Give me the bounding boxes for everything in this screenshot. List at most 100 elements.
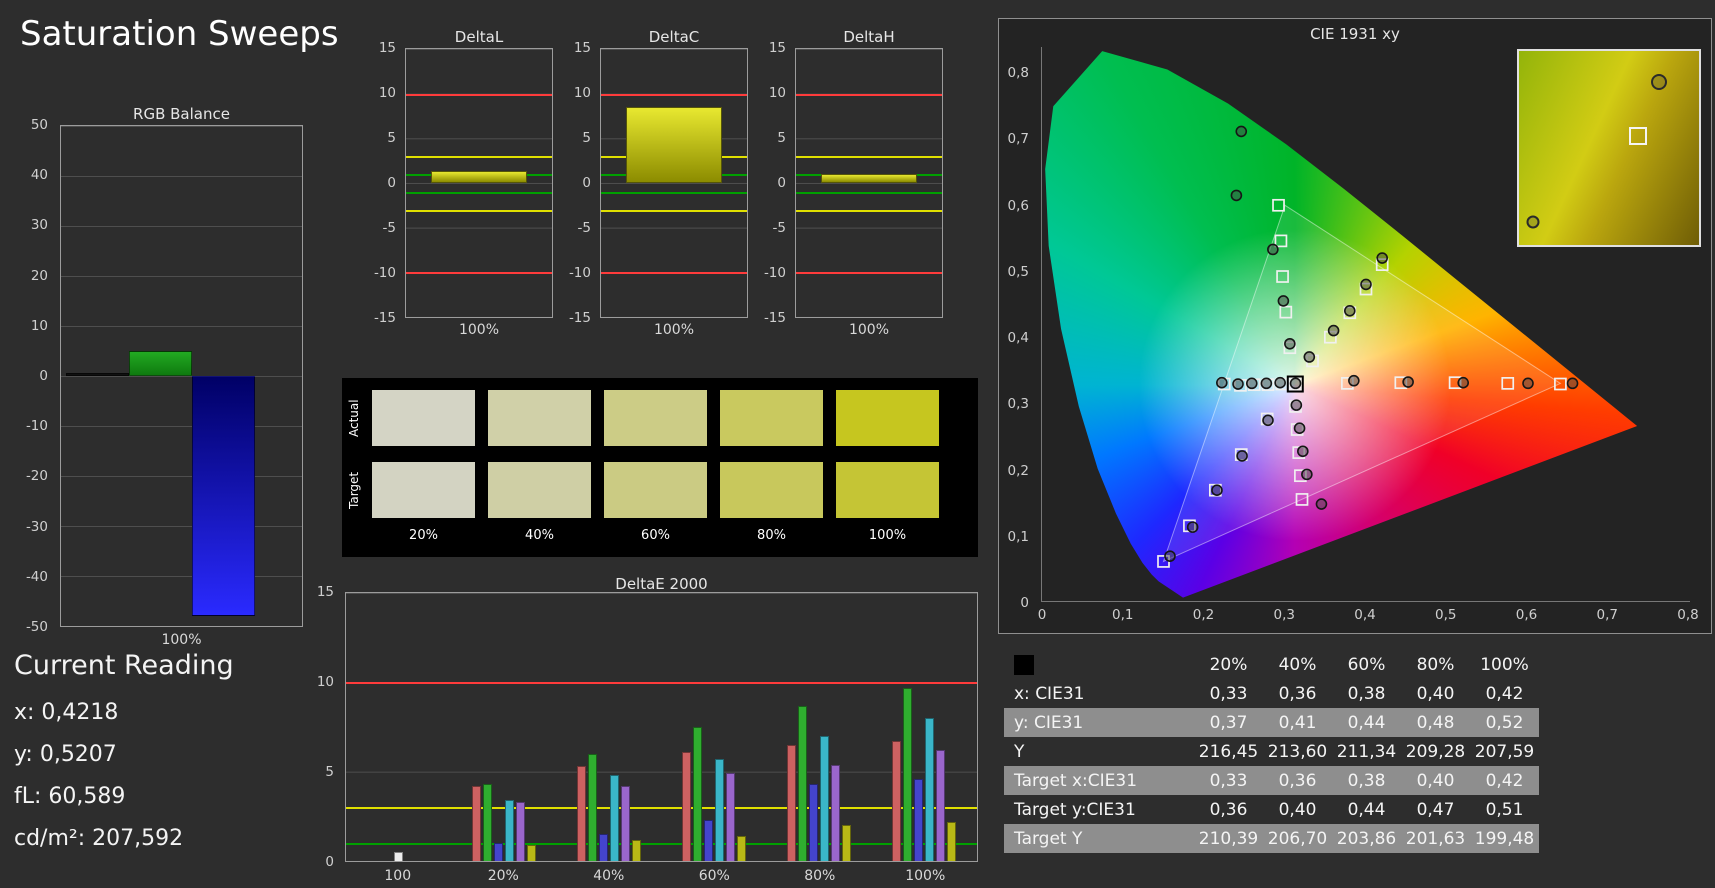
color-swatch-actual (488, 390, 591, 446)
table-cell: 0,40 (1416, 683, 1455, 704)
table-cell: 201,63 (1405, 828, 1466, 849)
color-swatch-actual (720, 390, 823, 446)
deltae-bar (831, 764, 841, 861)
rgb-bar-red (66, 373, 129, 376)
table-corner-cell (1004, 650, 1194, 679)
ref-line (406, 272, 552, 275)
tick-label: -5 (577, 220, 591, 236)
deltae-bar (704, 819, 714, 861)
measured-point (1164, 550, 1176, 562)
table-cell: 207,59 (1474, 741, 1535, 762)
measured-point (1303, 351, 1316, 363)
tick-label: 10 (30, 317, 48, 334)
tick-label: -40 (25, 568, 48, 585)
table-cell: 0,42 (1485, 683, 1524, 704)
table-cell: 0,38 (1347, 683, 1386, 704)
ref-line (406, 209, 552, 212)
measured-point (1360, 278, 1372, 291)
deltae-bar (798, 705, 808, 861)
corner-box (1014, 654, 1034, 675)
x-axis-label: 100% (905, 868, 946, 884)
inset-target-point (1628, 127, 1647, 146)
deltae-bar (504, 800, 514, 861)
deltae-bar (947, 821, 957, 861)
tick-label: 0,2 (1192, 607, 1215, 623)
swatch-column-labels: 20% 40% 60% 80% 100% (372, 528, 939, 543)
tick-label: 10 (316, 674, 334, 690)
color-swatch-actual (372, 390, 475, 446)
tick-label: 15 (378, 40, 396, 56)
table-column-header: 60% (1347, 654, 1386, 675)
tick-label: -10 (763, 265, 786, 281)
tick-label: -30 (25, 518, 48, 535)
ref-line (601, 272, 747, 275)
measured-point (1284, 337, 1296, 350)
current-reading-x: x: 0,4218 (14, 700, 119, 725)
inset-measured-point (1651, 74, 1668, 91)
measured-point (1457, 376, 1470, 389)
tick-label: -5 (772, 220, 786, 236)
x-axis-label: 100% (653, 322, 695, 338)
measured-point (1186, 521, 1199, 533)
table-row: Target Y 210,39 206,70 203,86 201,63 199,48 (1004, 824, 1539, 853)
measured-point (1216, 376, 1228, 389)
ref-line (406, 191, 552, 194)
ref-line (796, 272, 942, 275)
tick-label: 10 (768, 85, 786, 101)
swatch-column-label: 20% (409, 528, 438, 543)
tick-label: 0,5 (1007, 263, 1029, 280)
table-row: Target y:CIE31 0,36 0,40 0,44 0,47 0,51 (1004, 795, 1539, 824)
tick-label: 0 (325, 854, 334, 870)
table-cell: 0,51 (1485, 799, 1524, 820)
deltae-bar (715, 759, 725, 861)
tick-label: -10 (373, 265, 396, 281)
measured-point (1211, 484, 1223, 497)
color-swatch-target (604, 462, 707, 518)
rgb-balance-y-axis: 50 40 30 20 10 0 -10 -20 -30 -40 -50 (8, 117, 54, 635)
x-axis-label: 40% (593, 868, 625, 884)
table-cell: 0,38 (1347, 770, 1386, 791)
tick-label: 0,5 (1435, 607, 1457, 623)
target-swatch-row (372, 462, 939, 518)
row-label: Target Y (1014, 828, 1083, 849)
deltae-title: DeltaE 2000 (615, 575, 708, 593)
y-axis-ticks: 15 10 5 0 -5 -10 -15 (556, 40, 596, 326)
measured-point (1277, 295, 1290, 307)
deltae-bar (925, 718, 935, 861)
tick-label: 0,6 (1515, 607, 1538, 623)
tick-label: 0,4 (1354, 607, 1376, 623)
table-column-header: 40% (1278, 654, 1317, 675)
measured-point (1297, 445, 1309, 458)
ref-line (796, 156, 942, 159)
x-axis-label: 20% (487, 868, 519, 884)
delta-h-chart: DeltaH 15 10 5 0 -5 -10 -15 100% (751, 20, 951, 350)
ref-line (601, 93, 747, 96)
table-row: x: CIE31 0,33 0,36 0,38 0,40 0,42 (1004, 679, 1539, 708)
table-cell: 0,42 (1485, 770, 1524, 791)
tick-label: -15 (568, 310, 591, 326)
ref-line (796, 209, 942, 212)
deltae-groups (346, 593, 977, 861)
swatch-column-label: 40% (525, 528, 554, 543)
table-cell: 206,70 (1267, 828, 1328, 849)
tick-label: -5 (382, 220, 396, 236)
target-row-label: Target (347, 471, 361, 509)
deltae-bar (936, 750, 946, 861)
ref-line (796, 191, 942, 194)
row-label: Target y:CIE31 (1014, 799, 1136, 820)
measured-point (1245, 377, 1258, 390)
deltae-bar (737, 836, 747, 861)
tick-label: 0 (387, 175, 396, 191)
measured-point (1301, 468, 1313, 481)
deltae-bar (587, 753, 597, 861)
current-reading-fl: fL: 60,589 (14, 784, 126, 809)
table-cell: 0,37 (1209, 712, 1248, 733)
measured-point (1376, 252, 1389, 264)
table-cell: 0,33 (1209, 770, 1248, 791)
rgb-bar-green (129, 351, 192, 376)
y-axis-ticks: 15 10 5 0 -5 -10 -15 (361, 40, 401, 326)
measured-point (1236, 450, 1248, 462)
deltae-group (767, 593, 872, 861)
table-cell: 0,48 (1416, 712, 1455, 733)
measured-point (1230, 189, 1243, 202)
